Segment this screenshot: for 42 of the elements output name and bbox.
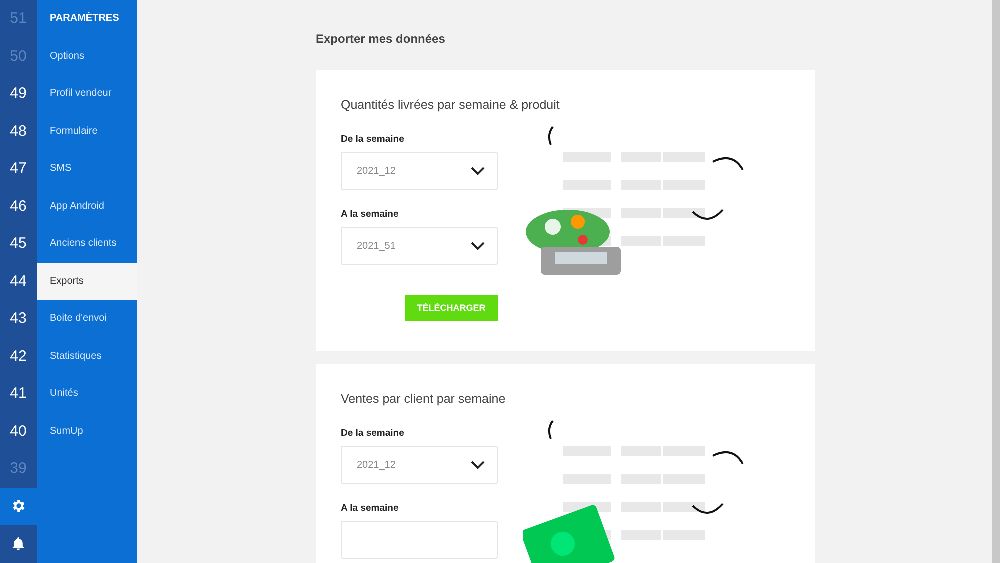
sidebar-item[interactable]: Anciens clients <box>37 225 137 262</box>
line-number: 44 <box>9 272 28 292</box>
field-label: De la semaine <box>341 134 406 145</box>
field-label: De la semaine <box>341 428 406 439</box>
line-number: 46 <box>9 196 28 217</box>
week-select[interactable]: 2021_51 <box>341 227 498 265</box>
card-title: Ventes par client par semaine <box>341 392 507 406</box>
line-number: 43 <box>9 309 28 330</box>
week-select[interactable]: 2021_12 <box>341 152 498 190</box>
chevron-down-icon <box>471 242 485 250</box>
line-number: 51 <box>9 9 28 30</box>
line-number: 49 <box>9 84 28 104</box>
sidebar-item[interactable]: Formulaire <box>37 112 137 150</box>
line-number: 50 <box>9 46 28 67</box>
sidebar-item[interactable]: Options <box>37 38 137 75</box>
sidebar-item[interactable]: SMS <box>37 150 137 188</box>
sidebar-item[interactable]: Boite d'envoi <box>37 300 137 338</box>
field-label: A la semaine <box>341 209 400 220</box>
line-number: 39 <box>9 459 28 480</box>
sidebar-item[interactable]: Exports <box>37 262 137 300</box>
sidebar-header: PARAMÈTRES <box>49 11 120 26</box>
chevron-down-icon <box>471 460 485 470</box>
sidebar-item[interactable]: Statistiques <box>37 338 137 375</box>
page-title: Exporter mes données <box>316 32 446 46</box>
scrollbar[interactable] <box>992 0 1000 563</box>
settings-icon <box>10 498 26 514</box>
chevron-down-icon <box>471 166 485 176</box>
bell-icon <box>11 536 26 552</box>
sidebar-item[interactable]: Unités <box>37 375 137 412</box>
sidebar-item[interactable]: SumUp <box>37 412 137 450</box>
week-select[interactable]: 2021_12 <box>341 446 498 484</box>
line-number: 45 <box>9 234 28 254</box>
sidebar-item[interactable]: App Android <box>37 188 137 225</box>
line-number: 40 <box>9 422 28 442</box>
settings-button[interactable] <box>0 488 37 525</box>
sidebar-item[interactable]: Profil vendeur <box>37 75 137 112</box>
field-label: A la semaine <box>341 503 400 514</box>
line-number: 48 <box>9 122 28 142</box>
line-number: 41 <box>9 384 28 404</box>
line-number: 42 <box>9 346 28 367</box>
line-number: 47 <box>9 159 28 180</box>
card-title: Quantités livrées par semaine & produit <box>341 98 561 112</box>
